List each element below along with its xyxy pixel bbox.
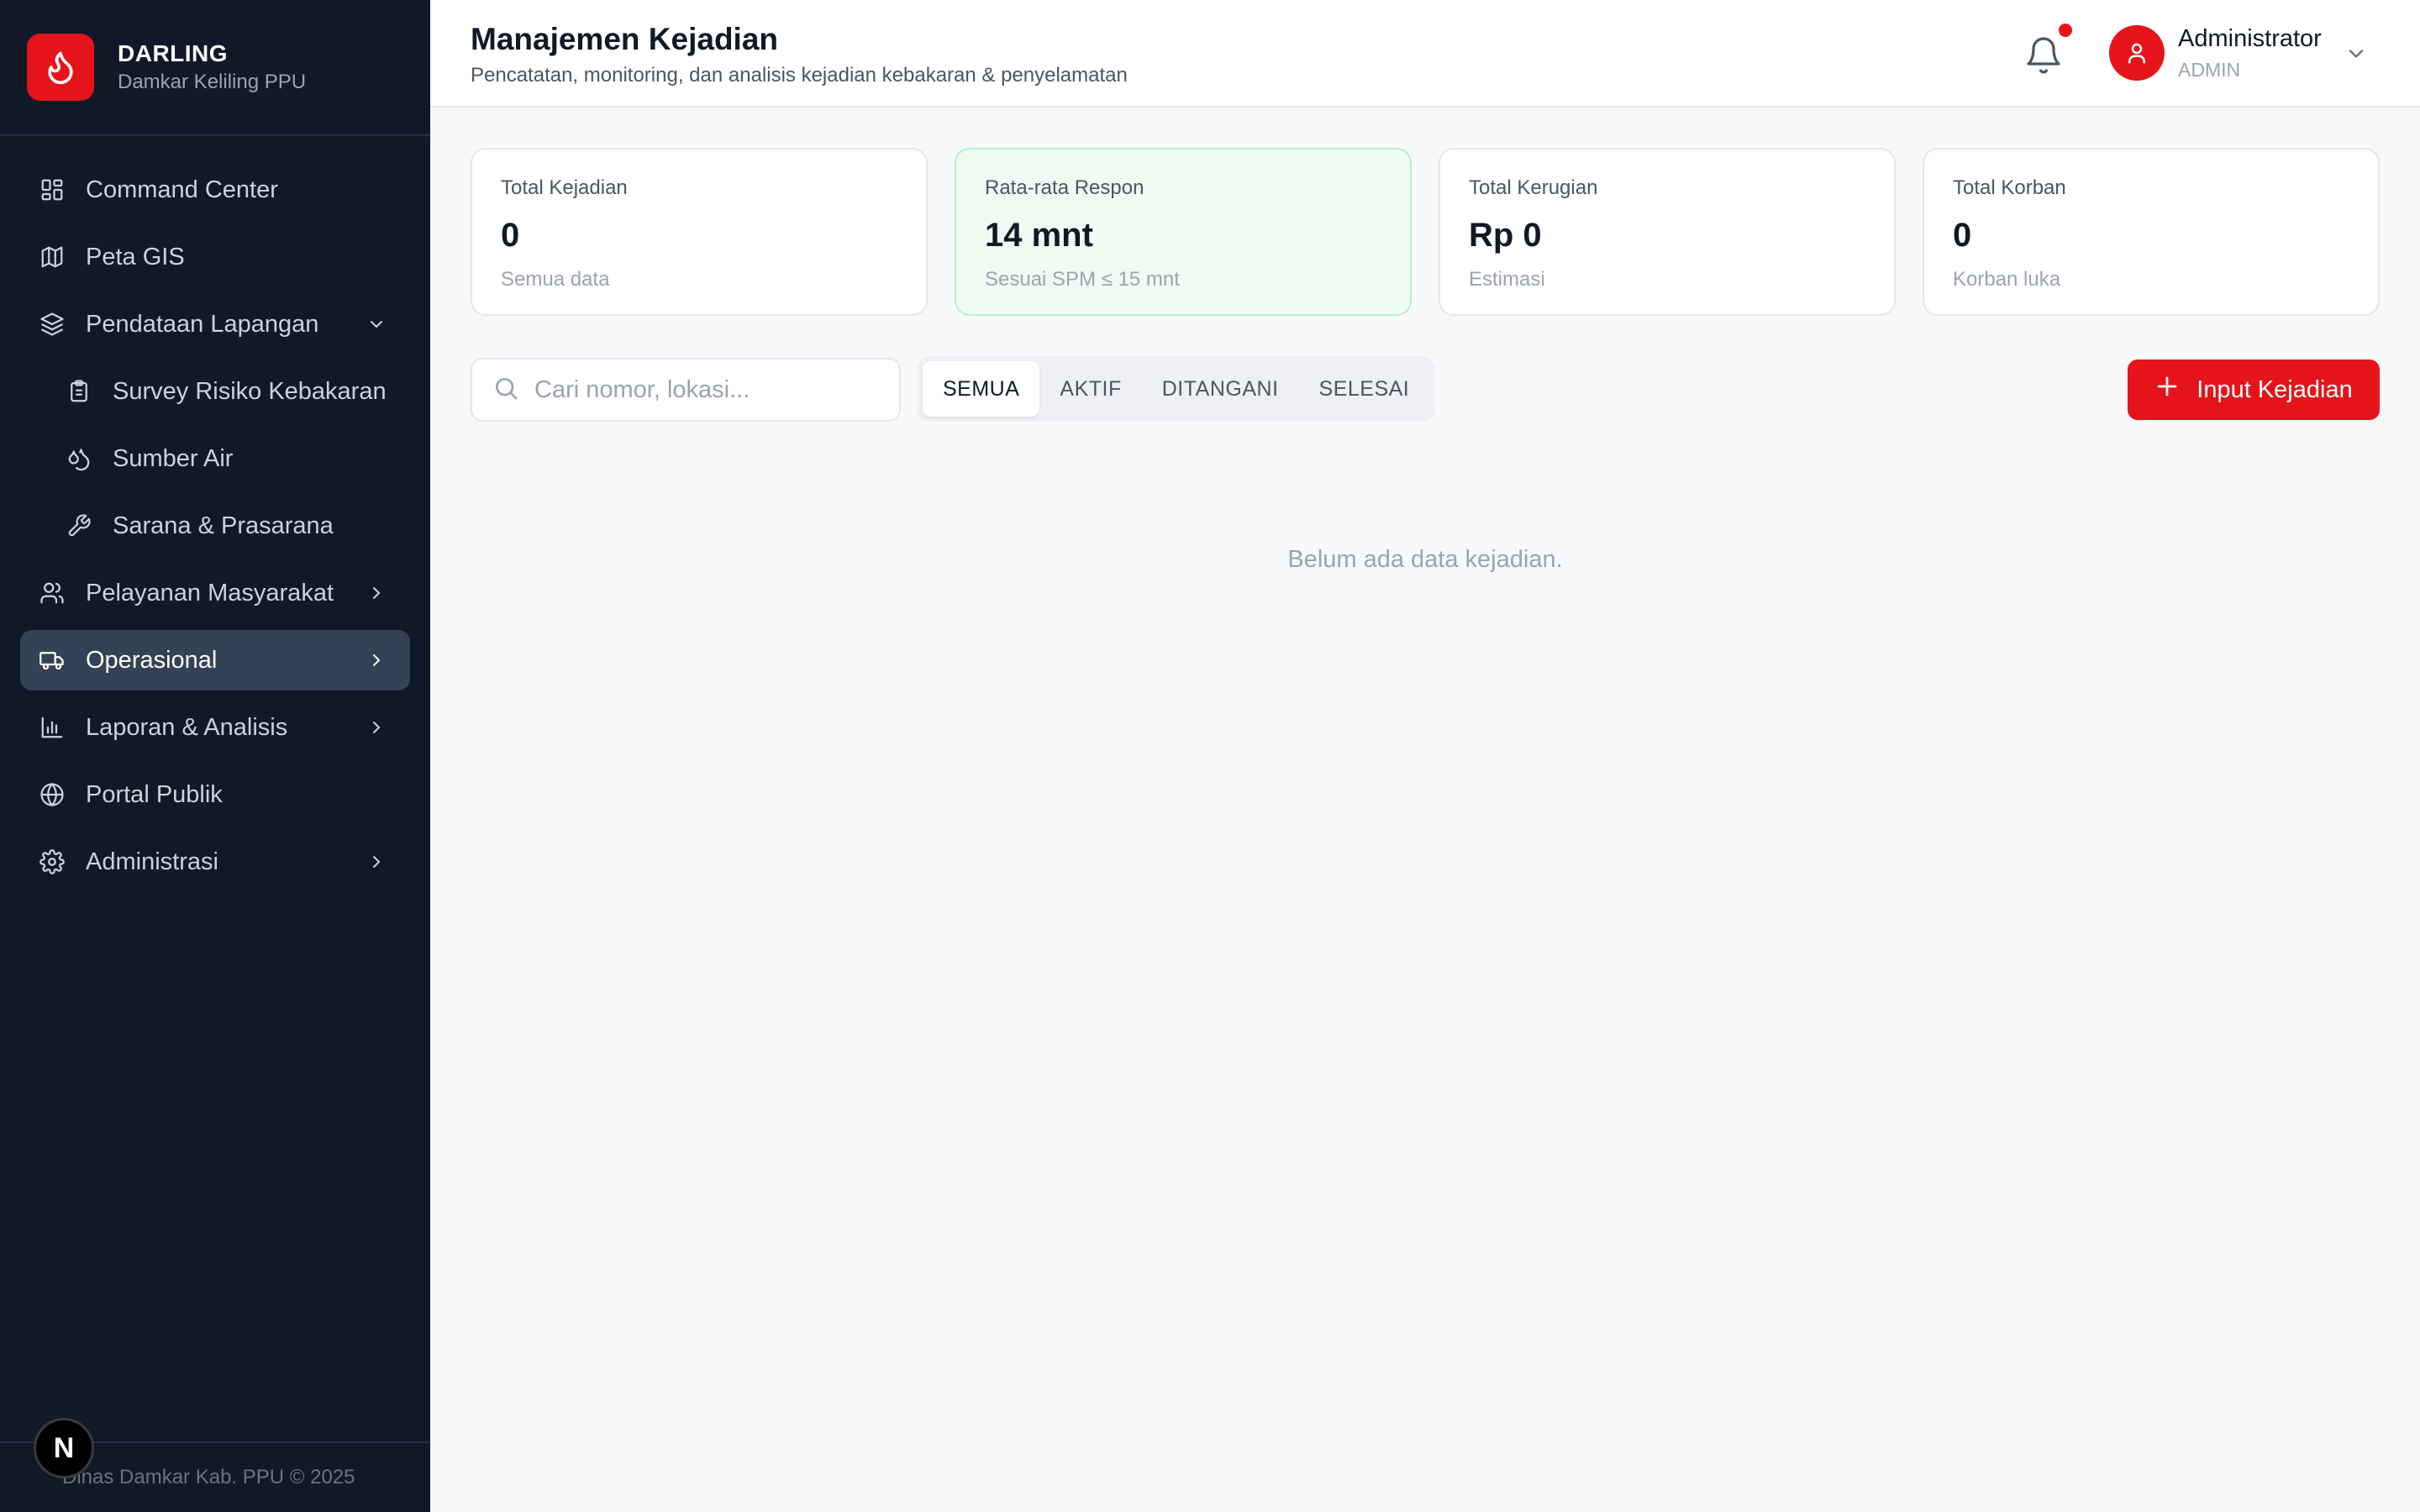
layers-icon: [39, 311, 66, 338]
sidebar-item-sarana-prasarana[interactable]: Sarana & Prasarana: [20, 496, 410, 556]
tab-selesai[interactable]: SELESAI: [1299, 361, 1430, 417]
gear-icon: [39, 848, 66, 875]
search-icon: [492, 375, 519, 406]
users-icon: [39, 580, 66, 606]
sidebar-item-label: Pendataan Lapangan: [86, 310, 319, 338]
avatar[interactable]: [2109, 25, 2165, 81]
stat-card-total-kerugian: Total Kerugian Rp 0 Estimasi: [1439, 148, 1896, 316]
chevron-down-icon[interactable]: [2344, 42, 2368, 66]
notification-bell-icon[interactable]: [2023, 35, 2064, 76]
stat-note: Korban luka: [1953, 268, 2061, 291]
sidebar-item-laporan-analisis[interactable]: Laporan & Analisis: [20, 697, 410, 758]
flame-icon[interactable]: [27, 34, 94, 101]
sidebar-item-label: Pelayanan Masyarakat: [86, 579, 334, 606]
droplets-icon: [66, 445, 92, 472]
sidebar-item-command-center[interactable]: Command Center: [20, 160, 410, 220]
brand-title: DARLING: [118, 40, 229, 66]
stat-value: 0: [1953, 217, 1972, 254]
brand-subtitle: Damkar Keliling PPU: [118, 71, 307, 93]
stat-label: Total Kerugian: [1469, 176, 1598, 199]
chevron-right-icon: [365, 648, 388, 672]
stat-note: Semua data: [501, 268, 610, 291]
stat-label: Total Kejadian: [501, 176, 628, 199]
sidebar-item-label: Portal Publik: [86, 780, 223, 808]
sidebar-item-survey-risiko-kebakaran[interactable]: Survey Risiko Kebakaran: [20, 361, 410, 422]
sidebar-item-label: Sumber Air: [113, 444, 234, 472]
chevron-right-icon: [365, 716, 388, 739]
sidebar-item-pendataan-lapangan[interactable]: Pendataan Lapangan: [20, 294, 410, 354]
truck-icon: [39, 647, 66, 674]
stat-value: 14 mnt: [985, 217, 1093, 254]
brand: DARLING Damkar Keliling PPU: [0, 0, 430, 136]
stat-note: Sesuai SPM ≤ 15 mnt: [985, 268, 1180, 291]
sidebar-item-label: Administrasi: [86, 848, 218, 875]
sidebar-item-label: Sarana & Prasarana: [113, 512, 334, 539]
sidebar-item-label: Operasional: [86, 646, 218, 674]
sidebar-item-label: Peta GIS: [86, 243, 185, 270]
globe-icon: [39, 781, 66, 808]
stat-label: Total Korban: [1953, 176, 2066, 199]
user-role: ADMIN: [2178, 59, 2241, 81]
dev-badge[interactable]: N: [34, 1418, 94, 1478]
sidebar-item-administrasi[interactable]: Administrasi: [20, 832, 410, 892]
search-box: [471, 358, 901, 422]
stat-card-total-korban: Total Korban 0 Korban luka: [1923, 148, 2380, 316]
sidebar-item-label: Survey Risiko Kebakaran: [113, 377, 387, 405]
sidebar: DARLING Damkar Keliling PPU Command Cent…: [0, 0, 430, 1512]
stat-label: Rata-rata Respon: [985, 176, 1144, 199]
stat-note: Estimasi: [1469, 268, 1545, 291]
sidebar-item-sumber-air[interactable]: Sumber Air: [20, 428, 410, 489]
dashboard-icon: [39, 176, 66, 203]
user-name[interactable]: Administrator: [2178, 25, 2322, 53]
wrench-icon: [66, 512, 92, 539]
input-kejadian-button[interactable]: Input Kejadian: [2128, 360, 2380, 420]
tab-ditangani[interactable]: DITANGANI: [1142, 361, 1299, 417]
empty-state-message: Belum ada data kejadian.: [1287, 546, 1563, 573]
stats-cards: Total Kejadian 0 Semua data Rata-rata Re…: [471, 148, 2380, 316]
chevron-right-icon: [365, 581, 388, 605]
sidebar-item-pelayanan-masyarakat[interactable]: Pelayanan Masyarakat: [20, 563, 410, 623]
plus-icon: [2154, 374, 2180, 406]
sidebar-item-label: Laporan & Analisis: [86, 713, 288, 741]
status-filter-tabs: SEMUA AKTIF DITANGANI SELESAI: [918, 356, 1435, 422]
sidebar-item-peta-gis[interactable]: Peta GIS: [20, 227, 410, 287]
chevron-down-icon: [365, 312, 388, 336]
input-kejadian-label: Input Kejadian: [2196, 375, 2353, 403]
clipboard-icon: [66, 378, 92, 405]
chevron-right-icon: [365, 850, 388, 874]
stat-value: 0: [501, 217, 520, 254]
page-subtitle: Pencatatan, monitoring, dan analisis kej…: [471, 64, 1128, 87]
sidebar-item-portal-publik[interactable]: Portal Publik: [20, 764, 410, 825]
sidebar-nav: Command Center Peta GIS Pendataan Lapang…: [20, 160, 410, 899]
tab-semua[interactable]: SEMUA: [923, 361, 1040, 417]
sidebar-item-label: Command Center: [86, 176, 278, 203]
bar-chart-icon: [39, 714, 66, 741]
map-icon: [39, 244, 66, 270]
sidebar-item-operasional[interactable]: Operasional: [20, 630, 410, 690]
stat-card-rata-rata-respon: Rata-rata Respon 14 mnt Sesuai SPM ≤ 15 …: [955, 148, 1412, 316]
stat-value: Rp 0: [1469, 217, 1542, 254]
page-title: Manajemen Kejadian: [471, 22, 779, 56]
page-header: Manajemen Kejadian Pencatatan, monitorin…: [430, 0, 2420, 108]
tab-aktif[interactable]: AKTIF: [1039, 361, 1141, 417]
notification-dot: [2059, 24, 2072, 37]
search-input[interactable]: [534, 375, 887, 404]
stat-card-total-kejadian: Total Kejadian 0 Semua data: [471, 148, 928, 316]
